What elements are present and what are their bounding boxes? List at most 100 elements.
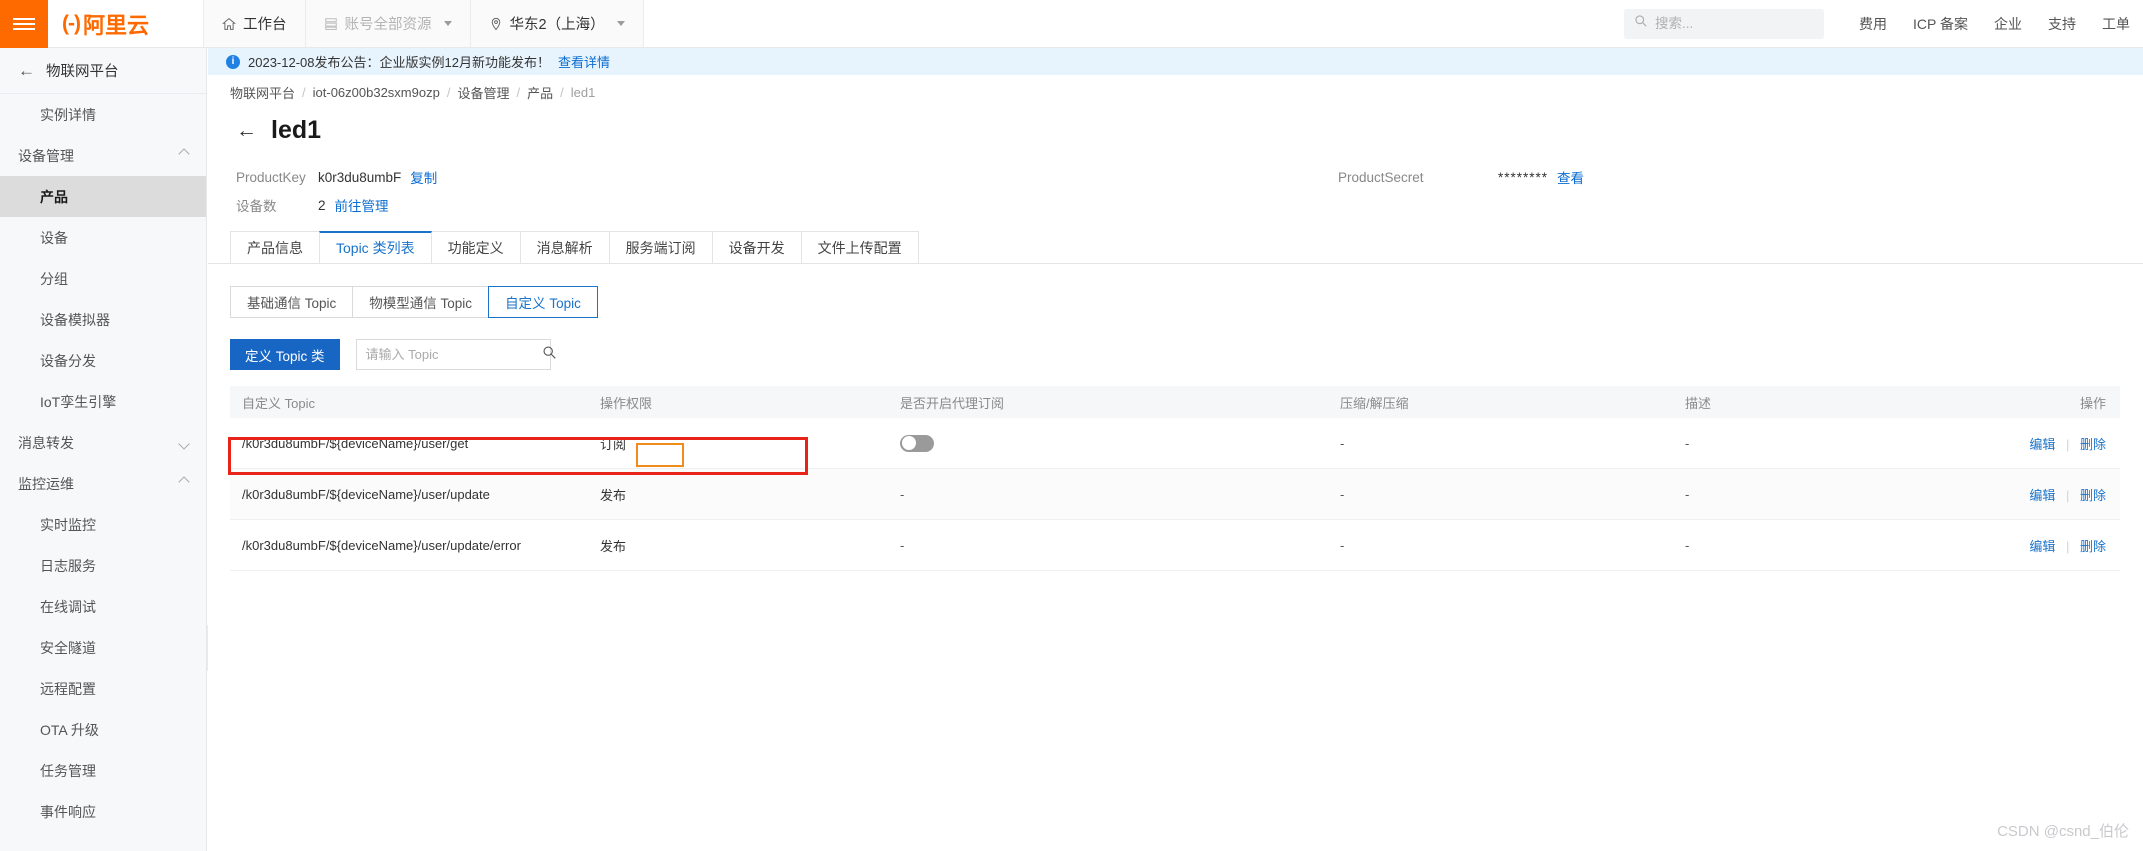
sidebar-group-label: 消息转发 xyxy=(18,434,74,451)
announcement-banner: i 2023-12-08发布公告：企业版实例12月新功能发布！ 查看详情 xyxy=(208,48,2143,75)
tab-topic-list[interactable]: Topic 类列表 xyxy=(319,231,432,263)
sidebar-item-log-service[interactable]: 日志服务 xyxy=(0,545,206,586)
global-search[interactable] xyxy=(1624,8,1833,39)
cell-proxy-subscribe xyxy=(900,434,1340,452)
sidebar-item-remote-config[interactable]: 远程配置 xyxy=(0,668,206,709)
chevron-up-icon xyxy=(178,148,190,160)
delete-link[interactable]: 删除 xyxy=(2080,539,2106,554)
edit-link[interactable]: 编辑 xyxy=(2029,488,2055,503)
hamburger-bar xyxy=(13,17,35,21)
sidebar-item-task-management[interactable]: 任务管理 xyxy=(0,750,206,791)
tab-device-development[interactable]: 设备开发 xyxy=(711,231,802,263)
product-secret-value: ******** xyxy=(1498,169,1549,185)
breadcrumb-item-current: led1 xyxy=(570,85,596,100)
delete-link[interactable]: 删除 xyxy=(2080,437,2106,452)
nav-item-label: 账号全部资源 xyxy=(344,17,432,33)
tab-file-upload-config[interactable]: 文件上传配置 xyxy=(800,231,919,263)
sidebar-item-event-response[interactable]: 事件响应 xyxy=(0,791,206,832)
sidebar-item-label: 远程配置 xyxy=(40,680,96,697)
cell-compression: - xyxy=(1340,435,1345,451)
sidebar-item-realtime-monitoring[interactable]: 实时监控 xyxy=(0,504,206,545)
sidebar-item-label: 实时监控 xyxy=(40,516,96,533)
header-link-enterprise[interactable]: 企业 xyxy=(1981,14,2035,34)
header-link-support[interactable]: 支持 xyxy=(2035,14,2089,34)
sidebar-item-products[interactable]: 产品 xyxy=(0,176,206,217)
tab-server-subscription[interactable]: 服务端订阅 xyxy=(608,231,713,263)
table-toolbar: 定义 Topic 类 xyxy=(208,339,2143,370)
cell-actions: 编辑 | 删除 xyxy=(1935,434,2120,453)
tab-function-definition[interactable]: 功能定义 xyxy=(430,231,521,263)
proxy-subscribe-toggle[interactable] xyxy=(900,434,934,452)
tab-message-parsing[interactable]: 消息解析 xyxy=(519,231,610,263)
column-header-topic: 自定义 Topic xyxy=(242,395,315,411)
global-search-input[interactable] xyxy=(1655,16,1833,31)
breadcrumb-item-platform[interactable]: 物联网平台 xyxy=(230,83,295,102)
breadcrumb-item-instance[interactable]: iot-06z00b32sxm9ozp xyxy=(313,85,440,100)
sidebar-item-label: IoT孪生引擎 xyxy=(40,393,117,410)
hamburger-icon[interactable] xyxy=(0,0,48,48)
edit-link[interactable]: 编辑 xyxy=(2029,539,2055,554)
action-divider: | xyxy=(2065,487,2070,503)
sidebar-item-instance-detail[interactable]: 实例详情 xyxy=(0,94,206,135)
announcement-link[interactable]: 查看详情 xyxy=(558,52,610,71)
resource-icon xyxy=(324,17,338,31)
segment-basic-topic[interactable]: 基础通信 Topic xyxy=(230,286,354,318)
cell-topic: /k0r3du8umbF/${deviceName}/user/get xyxy=(242,435,469,451)
sidebar-header[interactable]: ← 物联网平台 xyxy=(0,48,206,94)
topic-type-segmented: 基础通信 Topic 物模型通信 Topic 自定义 Topic xyxy=(208,286,2143,318)
go-to-manage-link[interactable]: 前往管理 xyxy=(335,195,389,215)
breadcrumb-item-device-management[interactable]: 设备管理 xyxy=(457,83,509,102)
topic-search-input[interactable] xyxy=(365,347,542,362)
nav-item-workbench[interactable]: 工作台 xyxy=(204,0,306,47)
sidebar-item-device-distribution[interactable]: 设备分发 xyxy=(0,340,206,381)
topic-table: 自定义 Topic 操作权限 是否开启代理订阅 压缩/解压缩 描述 操作 /k0… xyxy=(230,386,2120,571)
header-link-ticket[interactable]: 工单 xyxy=(2089,14,2143,34)
sidebar-group-monitoring[interactable]: 监控运维 xyxy=(0,463,206,504)
sidebar-item-label: 在线调试 xyxy=(40,598,96,615)
copy-product-key-link[interactable]: 复制 xyxy=(410,167,437,187)
topic-search[interactable] xyxy=(355,339,556,370)
home-icon xyxy=(222,17,236,31)
sidebar-item-devices[interactable]: 设备 xyxy=(0,217,206,258)
sidebar-item-iot-twin-engine[interactable]: IoT孪生引擎 xyxy=(0,381,206,422)
sidebar-item-ota-upgrade[interactable]: OTA 升级 xyxy=(0,709,206,750)
cell-compression: - xyxy=(1340,537,1345,553)
sidebar-item-label: 实例详情 xyxy=(40,106,96,123)
define-topic-button[interactable]: 定义 Topic 类 xyxy=(230,339,340,370)
aliyun-logo-mark: (-) xyxy=(62,11,81,35)
sidebar-item-label: 设备模拟器 xyxy=(40,311,110,328)
header-link-icp[interactable]: ICP 备案 xyxy=(1900,14,1981,34)
breadcrumb-item-products[interactable]: 产品 xyxy=(527,83,553,102)
sidebar-item-groups[interactable]: 分组 xyxy=(0,258,206,299)
search-icon xyxy=(1634,14,1648,33)
nav-item-all-resources[interactable]: 账号全部资源 xyxy=(305,0,471,47)
delete-link[interactable]: 删除 xyxy=(2080,488,2106,503)
back-arrow-icon[interactable]: ← xyxy=(236,120,257,141)
view-product-secret-link[interactable]: 查看 xyxy=(1557,167,1584,187)
main-content: i 2023-12-08发布公告：企业版实例12月新功能发布！ 查看详情 物联网… xyxy=(208,48,2143,851)
sidebar-item-online-debug[interactable]: 在线调试 xyxy=(0,586,206,627)
aliyun-logo[interactable]: (-) 阿里云 xyxy=(48,0,204,47)
sidebar-item-label: 任务管理 xyxy=(40,762,96,779)
page-header: ← led1 xyxy=(208,110,2143,145)
sidebar-group-message-forwarding[interactable]: 消息转发 xyxy=(0,422,206,463)
header-link-billing[interactable]: 费用 xyxy=(1846,14,1900,34)
product-meta: ProductKey k0r3du8umbF 复制 设备数 2 前往管理 Pro… xyxy=(208,163,2143,223)
nav-item-region[interactable]: 华东2（上海） xyxy=(470,0,644,47)
sidebar-title: 物联网平台 xyxy=(46,64,119,80)
sidebar-group-device-management[interactable]: 设备管理 xyxy=(0,135,206,176)
sidebar-item-label: 日志服务 xyxy=(40,557,96,574)
edit-link[interactable]: 编辑 xyxy=(2029,437,2055,452)
segment-tsl-topic[interactable]: 物模型通信 Topic xyxy=(352,286,490,318)
cell-permission: 发布 xyxy=(600,487,627,503)
tab-product-info[interactable]: 产品信息 xyxy=(230,231,320,263)
header-right-links: 费用 ICP 备案 企业 支持 工单 xyxy=(1846,0,2143,47)
segment-custom-topic[interactable]: 自定义 Topic xyxy=(488,286,598,318)
sidebar-item-device-simulator[interactable]: 设备模拟器 xyxy=(0,299,206,340)
sidebar-item-secure-tunnel[interactable]: 安全隧道 xyxy=(0,627,206,668)
chevron-down-icon xyxy=(178,438,190,450)
cell-description: - xyxy=(1685,537,1690,553)
search-icon[interactable] xyxy=(542,345,557,365)
product-secret-label: ProductSecret xyxy=(1338,169,1424,185)
info-icon: i xyxy=(226,54,240,69)
